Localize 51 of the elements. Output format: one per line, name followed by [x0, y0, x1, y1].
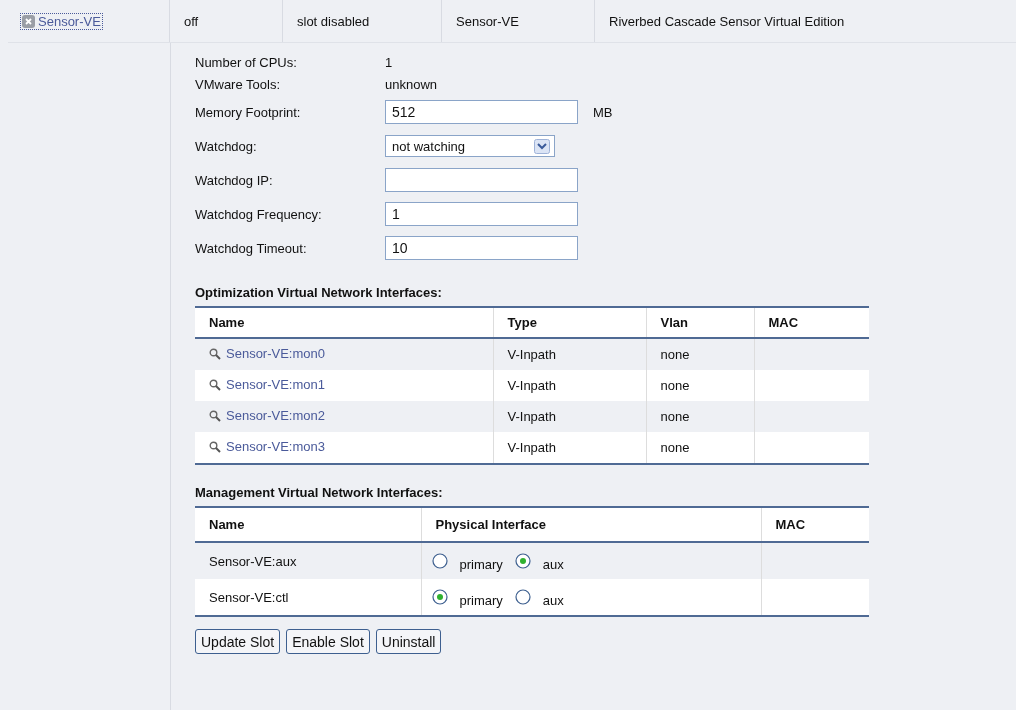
input-field[interactable]: 512	[385, 100, 578, 124]
action-button[interactable]: Uninstall	[375, 629, 442, 654]
table-cell: none	[660, 378, 690, 393]
unit-label: MB	[593, 104, 613, 120]
radio-label: primary	[459, 592, 503, 608]
action-button[interactable]: Update Slot	[195, 629, 281, 654]
radio-button[interactable]	[431, 589, 448, 605]
table-cell: V-Inpath	[507, 440, 556, 455]
field-value: 1	[385, 54, 393, 70]
table-cell: none	[660, 409, 690, 424]
action-button[interactable]: Enable Slot	[286, 629, 370, 654]
radio-label: primary	[459, 556, 503, 572]
radio-label: aux	[542, 556, 564, 572]
table-cell: Sensor-VE:aux	[209, 553, 297, 569]
input-field[interactable]: 1	[385, 202, 578, 226]
slot-cell: Riverbed Cascade Sensor Virtual Edition	[609, 13, 845, 29]
input-field[interactable]	[385, 168, 578, 192]
slot-cell: off	[184, 13, 199, 29]
close-icon	[22, 14, 35, 28]
radio-button[interactable]	[431, 553, 448, 569]
table-cell: V-Inpath	[507, 347, 556, 362]
field-label: VMware Tools:	[195, 76, 281, 92]
field-label: Number of CPUs:	[195, 54, 298, 70]
section-heading: Optimization Virtual Network Interfaces:	[195, 285, 443, 300]
search-icon	[209, 440, 221, 453]
radio-button[interactable]	[514, 553, 531, 569]
table-cell: none	[660, 440, 690, 455]
search-icon	[209, 347, 221, 360]
watchdog-dropdown[interactable]: not watching	[385, 135, 555, 157]
table-cell: none	[660, 347, 690, 362]
section-heading: Management Virtual Network Interfaces:	[195, 485, 444, 500]
field-label: Watchdog Timeout:	[195, 240, 308, 256]
field-label: Watchdog:	[195, 138, 258, 154]
field-value: unknown	[385, 76, 438, 92]
field-label: Watchdog IP:	[195, 172, 274, 188]
table-cell: V-Inpath	[507, 409, 556, 424]
interface-link[interactable]: Sensor-VE:mon3	[209, 439, 325, 455]
slot-cell: Sensor-VE	[456, 13, 519, 29]
search-icon	[209, 378, 221, 391]
interface-link[interactable]: Sensor-VE:mon1	[209, 377, 325, 393]
radio-label: aux	[542, 592, 564, 608]
slot-link[interactable]: Sensor-VE	[20, 12, 103, 30]
field-label: Memory Footprint:	[195, 104, 302, 120]
field-label: Watchdog Frequency:	[195, 206, 323, 222]
search-icon	[209, 409, 221, 422]
slot-cell: slot disabled	[297, 13, 370, 29]
radio-button[interactable]	[514, 589, 531, 605]
table-cell: V-Inpath	[507, 378, 556, 393]
input-field[interactable]: 10	[385, 236, 578, 260]
table-cell: Sensor-VE:ctl	[209, 589, 289, 605]
interface-link[interactable]: Sensor-VE:mon0	[209, 346, 325, 362]
